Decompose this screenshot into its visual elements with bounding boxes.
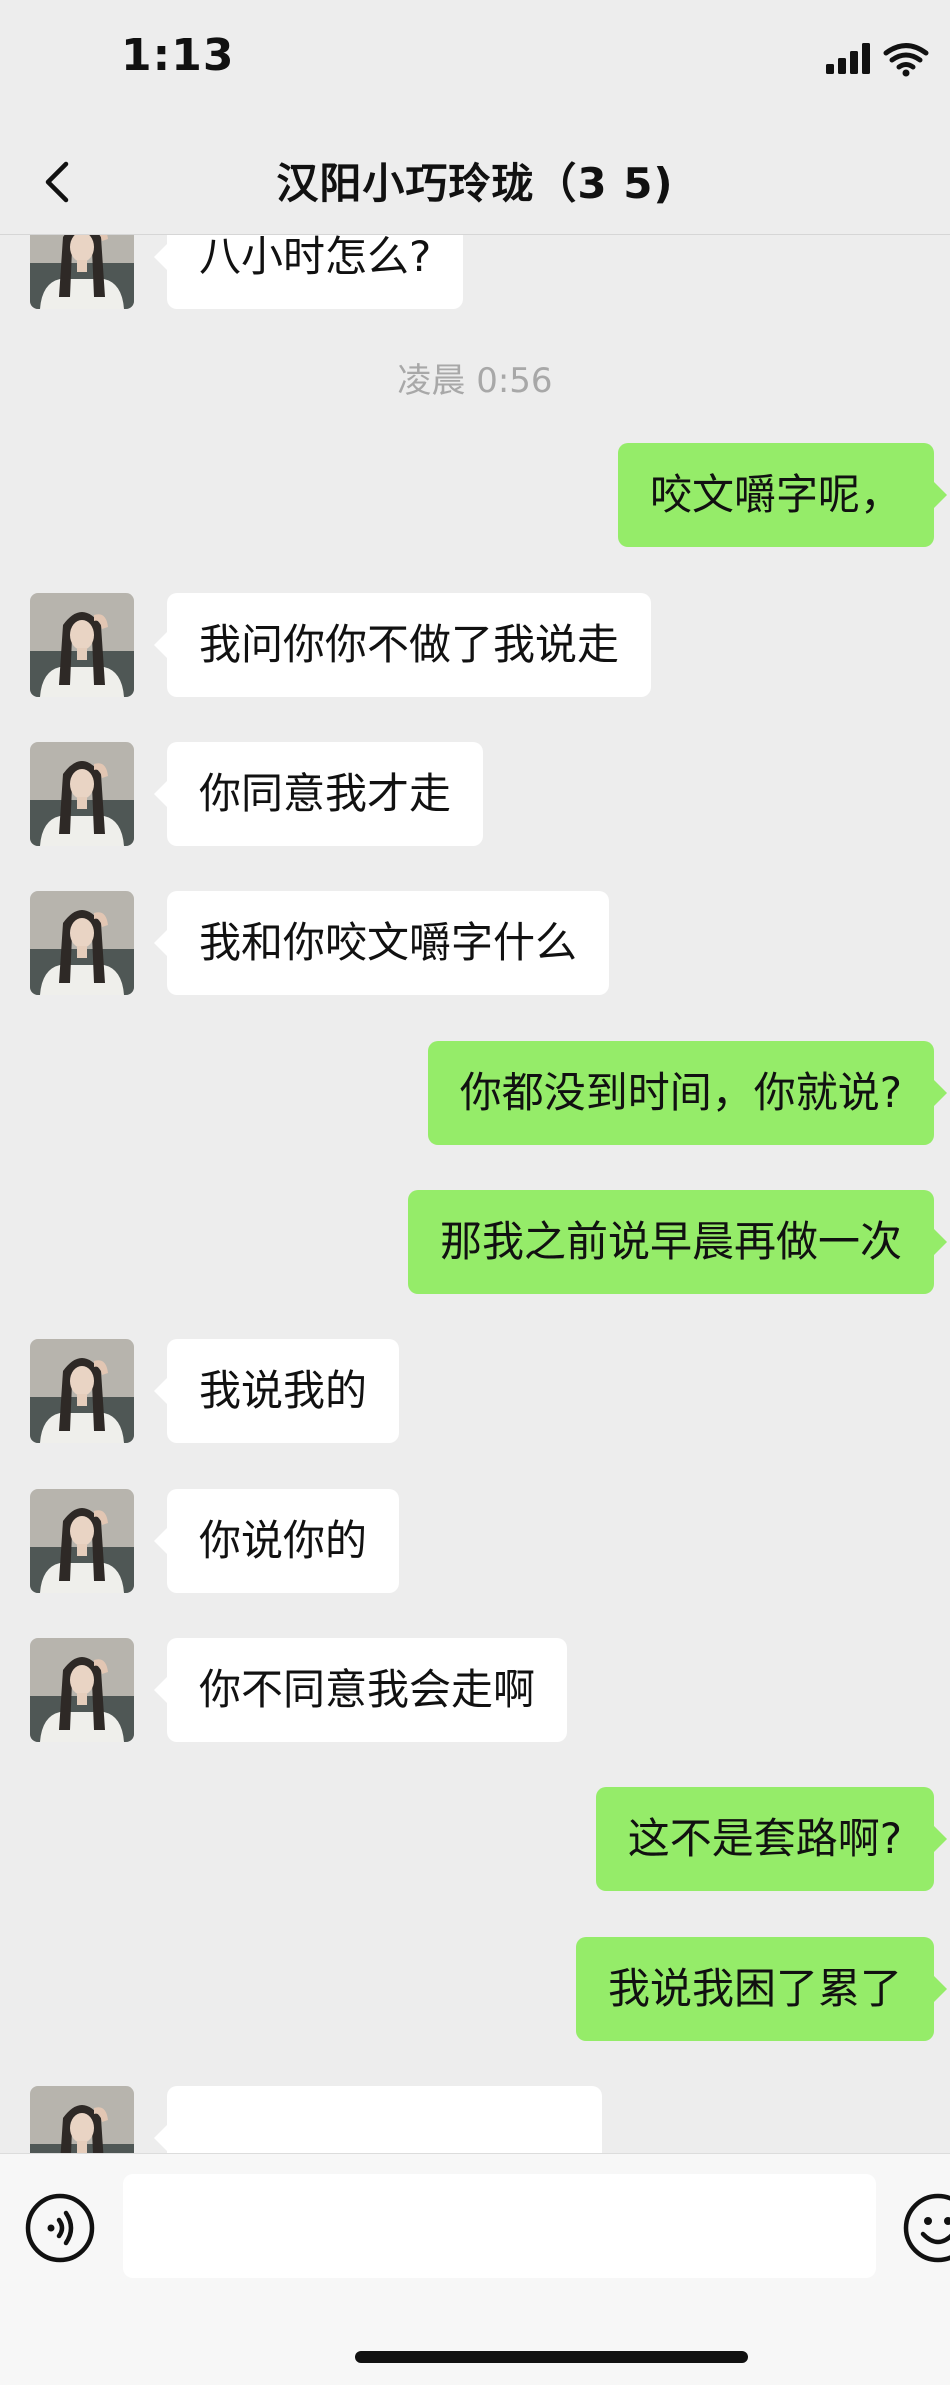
signal-icon <box>826 43 870 74</box>
emoji-icon[interactable] <box>902 2192 950 2264</box>
contact-avatar[interactable] <box>30 742 134 846</box>
message-bubble-incoming[interactable]: 我和你咬文嚼字什么 <box>153 891 610 995</box>
message-bubble-outgoing[interactable]: 那我之前说早晨再做一次 <box>407 1190 948 1294</box>
message-bubble-incoming[interactable]: 你说你的 <box>153 1489 400 1593</box>
input-bar <box>0 2153 950 2385</box>
message-bubble-incoming[interactable]: 我说我的 <box>153 1339 400 1443</box>
message-list[interactable]: 八小时怎么? 凌晨 0:56 咬文嚼字呢， 我问你你不做了我说走 你同意我才走 … <box>0 235 950 2153</box>
message-bubble-incoming[interactable]: 你同意我才走 <box>153 742 484 846</box>
wifi-icon <box>883 43 929 70</box>
message-bubble-incoming[interactable]: 八小时怎么? <box>153 235 464 309</box>
message-row-incoming: 你不同意我会走啊 <box>0 1638 950 1742</box>
message-row-outgoing: 我说我困了累了 <box>0 1937 950 2041</box>
message-bubble-outgoing[interactable]: 这不是套路啊? <box>595 1787 948 1891</box>
message-row-incoming: 你说你的 <box>0 1489 950 1593</box>
contact-avatar[interactable] <box>30 2086 134 2153</box>
status-bar: 1:13 <box>0 0 950 130</box>
message-bubble-incoming[interactable]: 你不同意我会走啊 <box>153 1638 568 1742</box>
chat-header: 汉阳小巧玲珑（3 5) <box>0 130 950 235</box>
contact-avatar[interactable] <box>30 593 134 697</box>
message-row-incoming: 你同意我才走 <box>0 742 950 846</box>
home-indicator <box>355 2351 748 2363</box>
contact-avatar[interactable] <box>30 1638 134 1742</box>
contact-avatar[interactable] <box>30 1339 134 1443</box>
message-bubble-outgoing[interactable]: 你都没到时间，你就说? <box>427 1041 948 1145</box>
message-input[interactable] <box>123 2174 876 2278</box>
message-row-outgoing: 这不是套路啊? <box>0 1787 950 1891</box>
contact-avatar[interactable] <box>30 235 134 309</box>
message-row-incoming: 八小时怎么? <box>0 235 950 309</box>
voice-icon[interactable] <box>24 2192 96 2264</box>
message-bubble-outgoing[interactable]: 咬文嚼字呢， <box>617 443 948 547</box>
message-row-outgoing: 你都没到时间，你就说? <box>0 1041 950 1145</box>
contact-avatar[interactable] <box>30 1489 134 1593</box>
message-bubble-incoming[interactable] <box>154 2086 602 2153</box>
message-row-outgoing: 咬文嚼字呢， <box>0 443 950 547</box>
message-row-incoming: 我说我的 <box>0 1339 950 1443</box>
status-time: 1:13 <box>121 30 235 81</box>
message-bubble-incoming[interactable]: 我问你你不做了我说走 <box>153 593 652 697</box>
message-timestamp: 凌晨 0:56 <box>397 361 553 401</box>
message-row-incoming: 我和你咬文嚼字什么 <box>0 891 950 995</box>
contact-avatar[interactable] <box>30 891 134 995</box>
message-row-incoming: 我问你你不做了我说走 <box>0 593 950 697</box>
status-icons <box>826 43 929 77</box>
message-row-incoming <box>0 2086 950 2153</box>
message-row-outgoing: 那我之前说早晨再做一次 <box>0 1190 950 1294</box>
chat-title: 汉阳小巧玲珑（3 5) <box>276 159 674 208</box>
message-bubble-outgoing[interactable]: 我说我困了累了 <box>575 1937 948 2041</box>
